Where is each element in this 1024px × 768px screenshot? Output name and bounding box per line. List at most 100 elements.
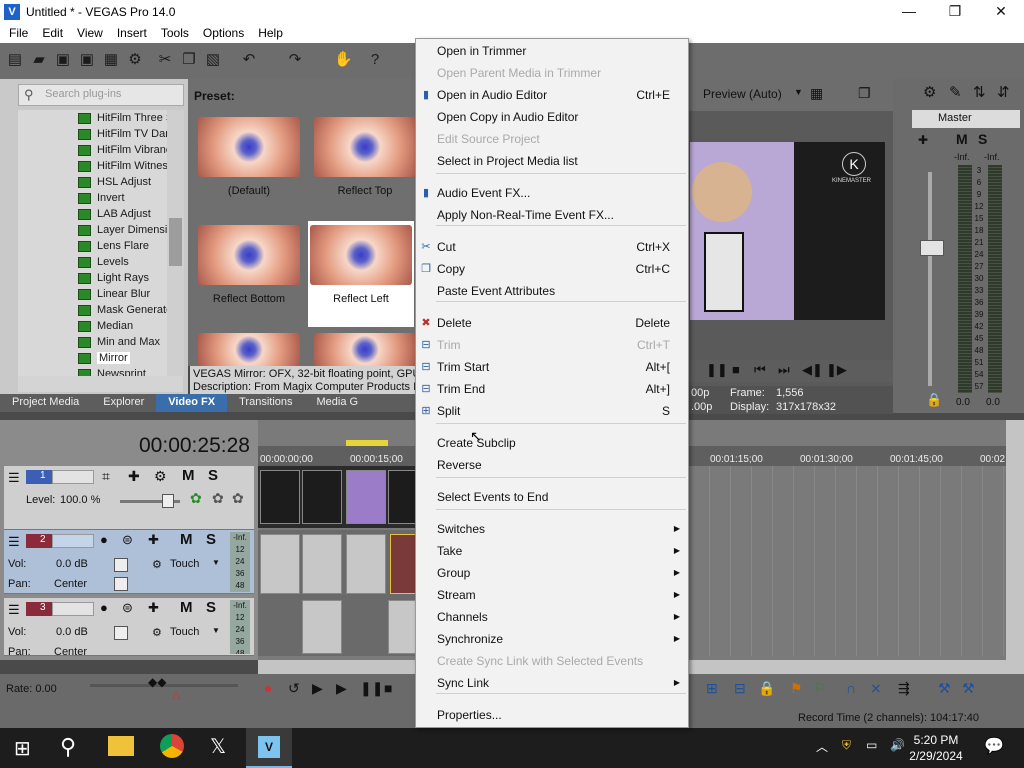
tab-video-fx[interactable]: Video FX xyxy=(156,394,228,412)
prev-frame-icon[interactable]: ◀❚ xyxy=(802,362,823,378)
preset-reflect-top[interactable]: Reflect Top xyxy=(312,113,418,219)
plugin-item[interactable]: Invert xyxy=(78,190,125,206)
save-as-icon[interactable]: ▣ xyxy=(78,51,96,69)
stop-icon[interactable]: ■ xyxy=(384,680,392,696)
track-name-field[interactable] xyxy=(52,602,94,616)
volume-slider-handle[interactable] xyxy=(114,626,128,640)
video-event[interactable] xyxy=(302,470,342,524)
plugin-item[interactable]: Median xyxy=(78,318,133,334)
menu-item-open-copy-in-audio-editor[interactable]: Open Copy in Audio Editor xyxy=(416,106,688,128)
tab-transitions[interactable]: Transitions xyxy=(227,394,304,412)
master-fader-handle[interactable] xyxy=(920,240,944,256)
preset-default[interactable]: (Default) xyxy=(196,113,302,219)
next-frame-icon[interactable]: ❚▶ xyxy=(826,362,847,378)
level-slider-handle[interactable] xyxy=(162,494,174,508)
menu-options[interactable]: Options xyxy=(196,26,251,40)
menu-item-delete[interactable]: ✖ Delete Delete xyxy=(416,312,688,334)
preset-reflect-bottom[interactable]: Reflect Bottom xyxy=(196,221,302,327)
undo-icon[interactable]: ↶ xyxy=(240,51,258,69)
invert-phase-icon[interactable]: ⊜ xyxy=(122,532,133,548)
preset-item[interactable] xyxy=(196,329,302,366)
compositing-icon[interactable]: ✿ xyxy=(212,490,224,507)
mute-button[interactable]: M xyxy=(182,467,195,484)
motion-blur-icon[interactable]: ✿ xyxy=(190,490,202,507)
tab-media-generators[interactable]: Media G xyxy=(305,394,371,412)
track-name-field[interactable] xyxy=(52,534,94,548)
solo-button[interactable]: S xyxy=(206,531,216,548)
track-name-field[interactable] xyxy=(52,470,94,484)
composite-mode-icon[interactable]: ⚙ xyxy=(154,468,167,485)
close-button[interactable]: ✕ xyxy=(978,0,1024,23)
go-to-start-icon[interactable]: ⏮ xyxy=(754,362,766,378)
event-fx-icon[interactable]: ✋ xyxy=(334,51,353,69)
marker-icon[interactable]: ⚑ xyxy=(790,680,803,697)
plugin-item[interactable]: Levels xyxy=(78,254,129,270)
invert-phase-icon[interactable]: ⊜ xyxy=(122,600,133,616)
menu-item-select-in-project-media-list[interactable]: Select in Project Media list xyxy=(416,150,688,172)
track-expand-icon[interactable]: ☰ xyxy=(8,602,20,618)
play-icon[interactable]: ▶ xyxy=(336,680,347,697)
track-fx-icon[interactable]: ✚ xyxy=(148,600,159,616)
new-file-icon[interactable]: ▤ xyxy=(6,51,24,69)
network-icon[interactable]: ▭ xyxy=(866,738,877,752)
copy-tool-icon[interactable]: ❐ xyxy=(180,51,198,69)
windows-start-icon[interactable]: ⊞ xyxy=(14,736,31,761)
video-event[interactable] xyxy=(388,470,416,524)
mute-button[interactable]: M xyxy=(956,131,968,147)
track-fx-icon[interactable]: ✚ xyxy=(128,468,140,485)
menu-edit[interactable]: Edit xyxy=(35,26,70,40)
go-to-end-icon[interactable]: ⏭ xyxy=(778,362,790,378)
plugin-list-hscrollbar[interactable] xyxy=(18,376,183,392)
menu-item-trim-end[interactable]: ⊟ Trim End Alt+] xyxy=(416,378,688,400)
selection-tool-icon[interactable]: ⚒ xyxy=(938,680,951,697)
region-icon[interactable]: ⚐ xyxy=(814,680,827,697)
bus-fx-icon[interactable]: ✚ xyxy=(918,133,928,147)
audio-event[interactable] xyxy=(388,600,416,654)
menu-item-create-subclip[interactable]: Create Subclip xyxy=(416,432,688,454)
menu-insert[interactable]: Insert xyxy=(110,26,154,40)
open-folder-icon[interactable]: ▰ xyxy=(30,51,48,69)
menu-item-sync-link[interactable]: Sync Link ▶ xyxy=(416,672,688,694)
automation-mode[interactable]: Touch xyxy=(170,558,199,570)
file-explorer-icon[interactable] xyxy=(108,736,134,756)
arm-record-icon[interactable]: ● xyxy=(100,600,108,615)
play-from-start-icon[interactable]: ▶ xyxy=(312,680,323,697)
video-track-1[interactable]: ☰ 1 ⌗ ✚ ⚙ M S Level: 100.0 % ✿ ✿ ✿ xyxy=(4,466,254,530)
security-shield-icon[interactable]: ⛨ xyxy=(842,738,851,753)
tab-explorer[interactable]: Explorer xyxy=(91,394,156,412)
video-event[interactable] xyxy=(346,470,386,524)
automation-settings-icon[interactable]: ⚙ xyxy=(152,558,162,571)
menu-item-paste-event-attributes[interactable]: Paste Event Attributes xyxy=(416,280,688,302)
menu-item-open-in-audio-editor[interactable]: ▮ Open in Audio Editor Ctrl+E xyxy=(416,84,688,106)
cut-tool-icon[interactable]: ✂ xyxy=(156,51,174,69)
gear-icon[interactable]: ⚙ xyxy=(923,83,936,101)
menu-item-select-events-to-end[interactable]: Select Events to End xyxy=(416,486,688,508)
rate-slider-handle[interactable]: ◆◆ xyxy=(148,675,166,689)
plugin-item[interactable]: Lens Flare xyxy=(78,238,149,254)
grid-icon[interactable]: ▦ xyxy=(810,85,823,102)
loop-playback-icon[interactable]: ↺ xyxy=(288,680,300,697)
menu-item-apply-non-real-time-event-fx[interactable]: Apply Non-Real-Time Event FX... xyxy=(416,204,688,226)
menu-file[interactable]: File xyxy=(2,26,35,40)
menu-help[interactable]: Help xyxy=(251,26,290,40)
mute-button[interactable]: M xyxy=(180,599,193,616)
menu-item-copy[interactable]: ❐ Copy Ctrl+C xyxy=(416,258,688,280)
menu-tools[interactable]: Tools xyxy=(154,26,196,40)
ripple-edit-icon[interactable]: ⇶ xyxy=(898,680,910,697)
plugin-item[interactable]: Mask Generator xyxy=(78,302,176,318)
chrome-icon[interactable] xyxy=(160,734,184,758)
arm-record-icon[interactable]: ● xyxy=(100,532,108,547)
track-expand-icon[interactable]: ☰ xyxy=(8,534,20,550)
automation-settings-icon[interactable]: ⚙ xyxy=(152,626,162,639)
preset-reflect-left[interactable]: Reflect Left xyxy=(308,221,414,327)
dim-output-icon[interactable]: ⇵ xyxy=(997,83,1010,101)
copy-snapshot-icon[interactable]: ❐ xyxy=(858,85,871,102)
preview-quality-dropdown[interactable]: Preview (Auto) xyxy=(703,87,782,101)
properties-gear-icon[interactable]: ⚙ xyxy=(126,51,144,69)
search-icon[interactable]: ⚲ xyxy=(60,734,76,760)
menu-item-synchronize[interactable]: Synchronize ▶ xyxy=(416,628,688,650)
pan-crop-icon[interactable]: ⌗ xyxy=(102,468,110,485)
menu-item-cut[interactable]: ✂ Cut Ctrl+X xyxy=(416,236,688,258)
menu-item-group[interactable]: Group ▶ xyxy=(416,562,688,584)
chevron-up-icon[interactable]: ︿ xyxy=(816,738,828,755)
